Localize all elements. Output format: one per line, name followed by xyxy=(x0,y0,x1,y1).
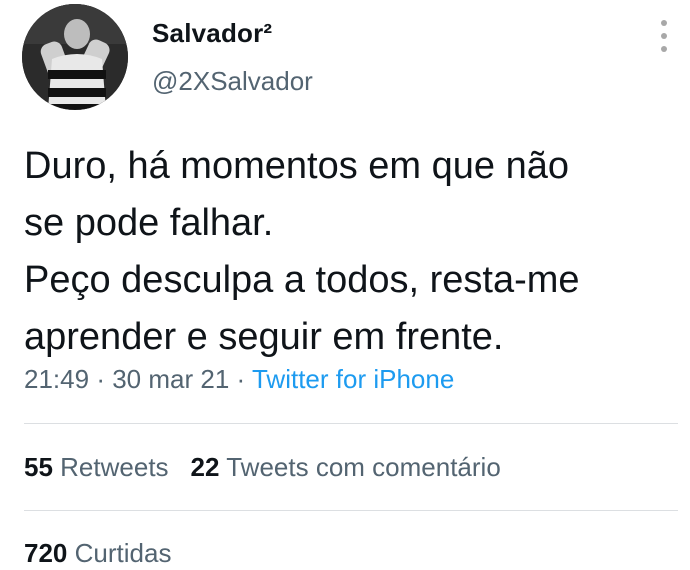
avatar[interactable] xyxy=(22,4,128,110)
divider xyxy=(24,510,678,511)
quote-tweets-stat[interactable]: 22 Tweets com comentário xyxy=(191,452,501,482)
tweet-time[interactable]: 21:49 xyxy=(24,364,89,394)
likes-count: 720 xyxy=(24,538,68,568)
tweet-source-link[interactable]: Twitter for iPhone xyxy=(252,364,454,394)
more-dot xyxy=(661,20,667,26)
tweet-text-line: se pode falhar. xyxy=(24,202,274,244)
likes-label: Curtidas xyxy=(74,538,172,568)
tweet-meta: 21:49 · 30 mar 21 · Twitter for iPhone xyxy=(24,364,454,395)
quote-tweets-count: 22 xyxy=(190,452,220,482)
divider xyxy=(24,423,678,424)
tweet-text-line: Peço desculpa a todos, resta-me xyxy=(24,259,580,301)
retweets-label: Retweets xyxy=(60,452,169,482)
avatar-photo xyxy=(22,4,128,110)
more-dot xyxy=(661,46,667,52)
tweet-date[interactable]: 30 mar 21 xyxy=(112,364,229,394)
retweets-stat[interactable]: 55 Retweets xyxy=(24,452,169,482)
more-dot xyxy=(661,33,667,39)
tweet-text-line: aprender e seguir em frente. xyxy=(24,316,504,358)
tweet-text: Duro, há momentos em que não se pode fal… xyxy=(24,138,674,366)
meta-separator: · xyxy=(96,364,105,394)
retweets-count: 55 xyxy=(24,452,53,482)
user-handle[interactable]: @2XSalvador xyxy=(152,66,313,97)
display-name[interactable]: Salvador² xyxy=(152,18,272,49)
likes-stat[interactable]: 720 Curtidas xyxy=(24,538,171,568)
engagement-stats: 55 Retweets 22 Tweets com comentário xyxy=(24,452,501,483)
more-vertical-icon[interactable] xyxy=(654,20,674,52)
quote-tweets-label: Tweets com comentário xyxy=(226,452,501,482)
likes-stats: 720 Curtidas xyxy=(24,538,171,569)
meta-separator: · xyxy=(236,364,246,394)
tweet-text-line: Duro, há momentos em que não xyxy=(24,145,569,187)
